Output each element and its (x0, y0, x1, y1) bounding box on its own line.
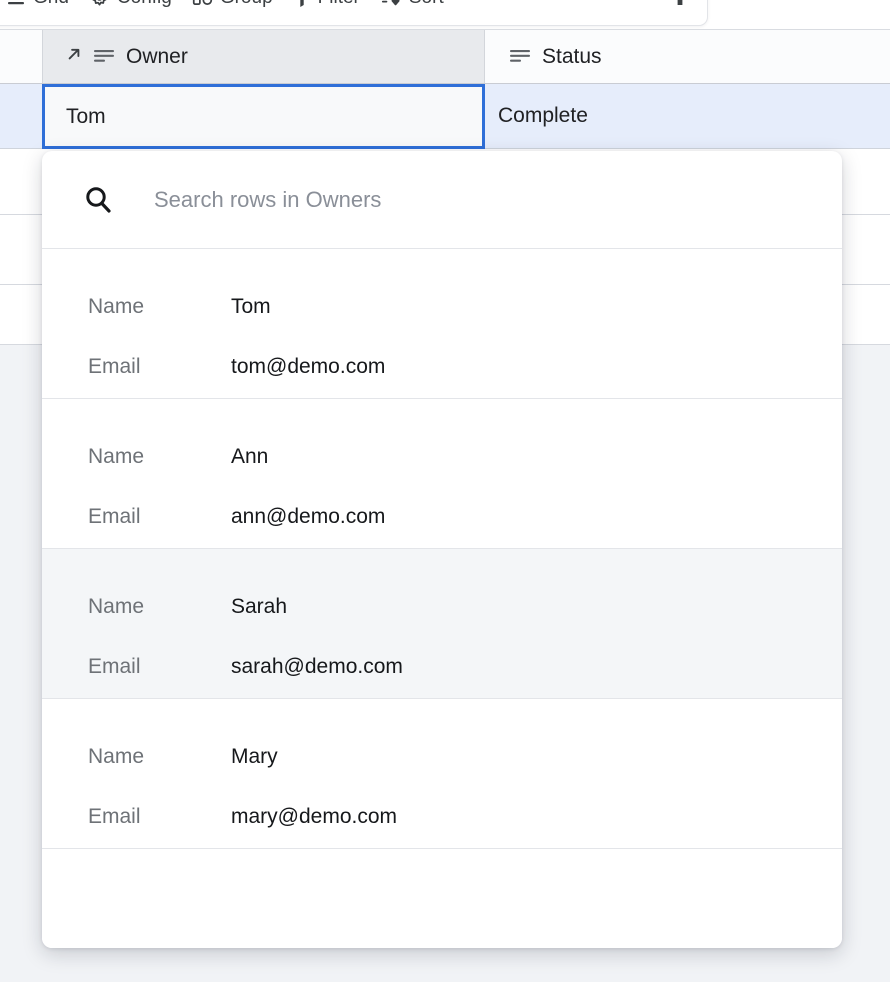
record-field-label-name: Name (42, 595, 231, 619)
record-picker-popup: Name Tom Email tom@demo.com Name Ann Ema… (42, 151, 842, 948)
search-icon (79, 181, 117, 219)
cell-owner-value: Tom (66, 105, 106, 129)
record-value-name: Mary (231, 745, 278, 769)
record-field-label-name: Name (42, 295, 231, 319)
toolbar-item-filter-label: Filter (318, 0, 360, 9)
group-icon (192, 0, 213, 8)
toolbar-item-config[interactable]: Config (80, 0, 181, 15)
grid-header-row: Owner Status (0, 29, 890, 84)
filter-icon (293, 0, 311, 8)
record-value-name: Sarah (231, 595, 287, 619)
toolbar-item-sort[interactable]: Sort (371, 0, 453, 15)
record-field-label-email: Email (42, 355, 231, 379)
view-toolbar: Grid Config Group Filter Sort (0, 0, 708, 26)
cell-status-value: Complete (498, 104, 588, 128)
record-field-name: Name Mary (42, 727, 842, 787)
record-field-label-email: Email (42, 805, 231, 829)
text-lines-icon (93, 45, 115, 69)
column-header-owner-label: Owner (126, 45, 188, 69)
record-field-name: Name Ann (42, 427, 842, 487)
link-arrow-icon (64, 44, 84, 70)
search-input[interactable] (154, 187, 842, 213)
record-field-name: Name Sarah (42, 577, 842, 637)
record-list-item[interactable]: Name Sarah Email sarah@demo.com (42, 549, 842, 699)
record-value-email: ann@demo.com (231, 505, 385, 529)
record-list-item[interactable]: Name Mary Email mary@demo.com (42, 699, 842, 849)
record-list-item[interactable]: Name Ann Email ann@demo.com (42, 399, 842, 549)
toolbar-item-group-label: Group (220, 0, 273, 9)
cell-owner-selected[interactable]: Tom (42, 84, 485, 149)
column-header-status[interactable]: Status (488, 30, 888, 83)
arrow-up-icon (670, 0, 690, 12)
toolbar-item-grid[interactable]: Grid (0, 0, 78, 15)
grid-icon (6, 0, 26, 8)
text-lines-icon (509, 45, 531, 69)
toolbar-item-group[interactable]: Group (183, 0, 282, 15)
record-list-item[interactable]: Name Tom Email tom@demo.com (42, 249, 842, 399)
column-header-status-icons (509, 45, 531, 69)
record-value-email: mary@demo.com (231, 805, 397, 829)
record-value-name: Tom (231, 295, 271, 319)
record-field-email: Email mary@demo.com (42, 787, 842, 847)
record-value-email: sarah@demo.com (231, 655, 403, 679)
record-field-label-name: Name (42, 745, 231, 769)
toolbar-item-grid-label: Grid (33, 0, 69, 9)
record-field-name: Name Tom (42, 277, 842, 337)
record-value-name: Ann (231, 445, 268, 469)
record-field-label-email: Email (42, 655, 231, 679)
record-field-email: Email ann@demo.com (42, 487, 842, 547)
popup-footer (42, 849, 842, 948)
record-field-email: Email tom@demo.com (42, 337, 842, 397)
record-field-email: Email sarah@demo.com (42, 637, 842, 697)
record-value-email: tom@demo.com (231, 355, 385, 379)
column-header-owner[interactable]: Owner (42, 30, 485, 83)
record-field-label-email: Email (42, 505, 231, 529)
sort-icon (380, 0, 402, 8)
toolbar-item-config-label: Config (117, 0, 172, 9)
cell-status[interactable]: Complete (488, 84, 890, 148)
toolbar-item-sort-label: Sort (409, 0, 444, 9)
search-row[interactable] (42, 151, 842, 249)
toolbar-item-filter[interactable]: Filter (284, 0, 369, 15)
column-header-owner-icons (64, 44, 115, 70)
gear-icon (89, 0, 110, 9)
toolbar-pin-button[interactable] (663, 0, 697, 15)
record-field-label-name: Name (42, 445, 231, 469)
column-header-status-label: Status (542, 45, 602, 69)
app-root: Grid Config Group Filter Sort (0, 0, 890, 982)
